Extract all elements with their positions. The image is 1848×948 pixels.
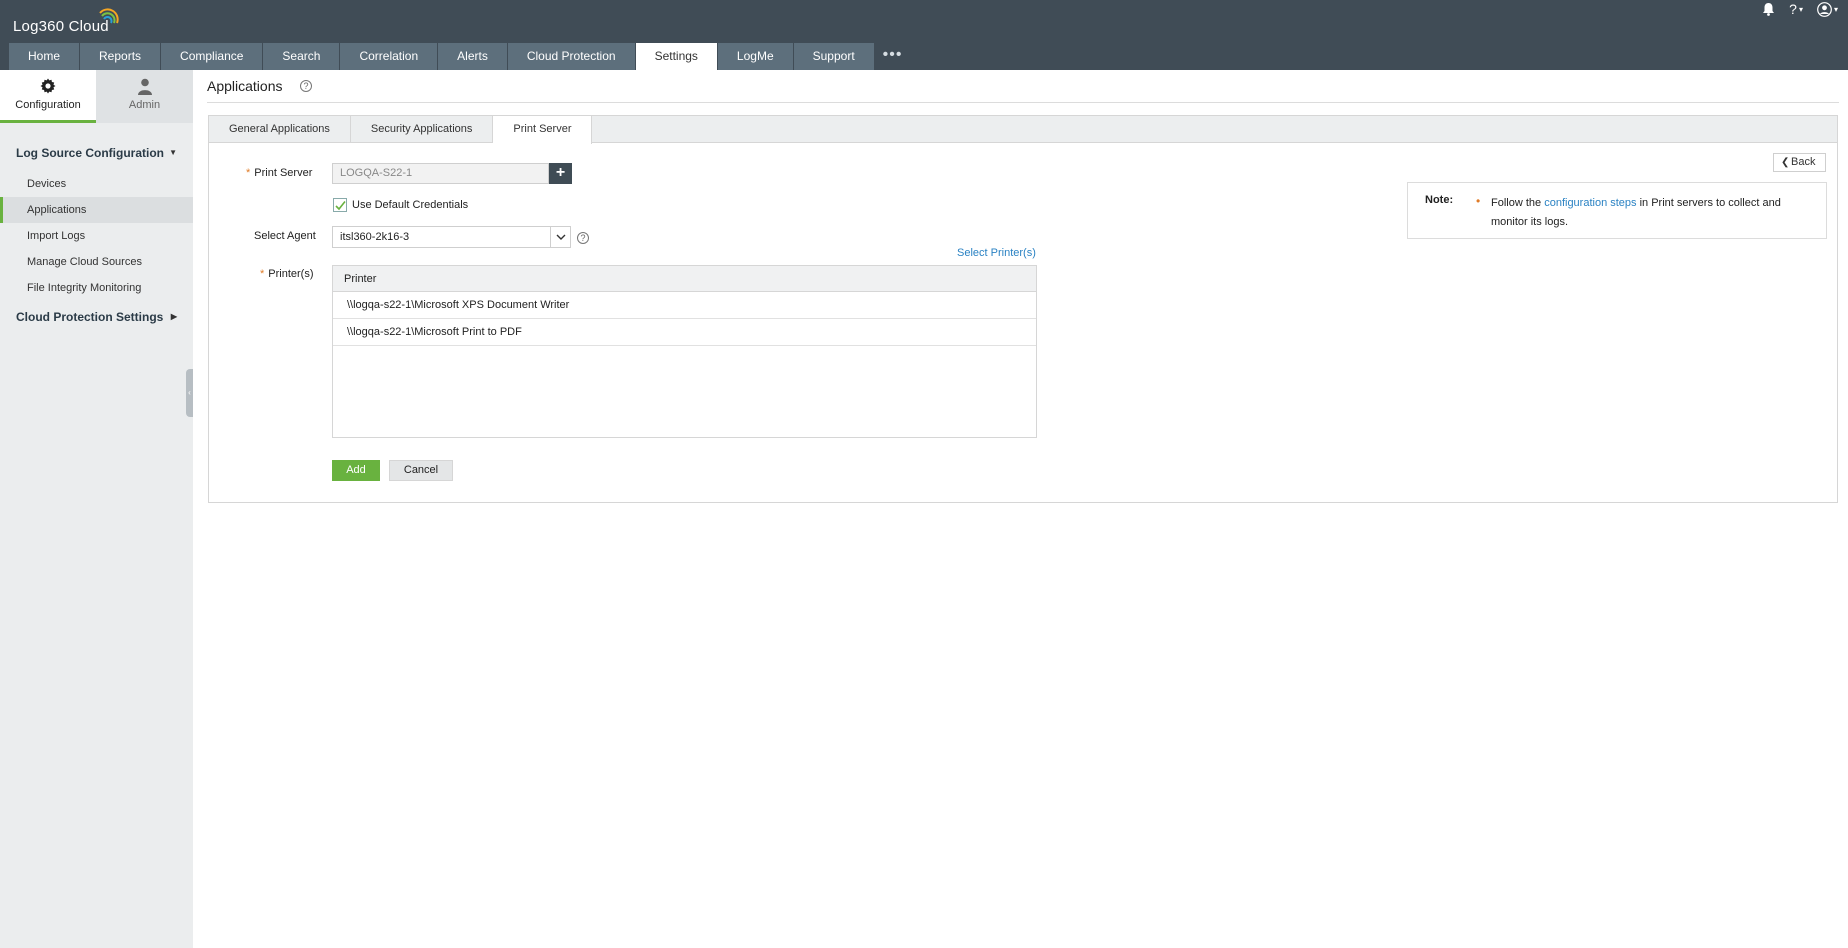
note-box: Note: • Follow the configuration steps i… — [1407, 182, 1827, 239]
note-label: Note: — [1425, 194, 1454, 206]
required-marker: * — [246, 167, 251, 179]
more-tabs-icon[interactable]: ••• — [875, 43, 911, 70]
sidebar-group-cloud-protection-settings[interactable]: Cloud Protection Settings ▶ — [0, 307, 193, 327]
print-server-input[interactable]: LOGQA-S22-1 — [332, 163, 549, 184]
sidebar: Configuration Admin Log Source Configura… — [0, 70, 193, 948]
tab-print-server[interactable]: Print Server — [493, 116, 593, 144]
help-menu-label: ? — [1789, 1, 1797, 17]
cancel-button[interactable]: Cancel — [389, 460, 453, 481]
top-header: Log360 Cloud ? ▾ ▾ Home Reports Complianc… — [0, 0, 1848, 70]
notification-bell-icon[interactable] — [1762, 2, 1775, 16]
select-agent-dropdown[interactable]: itsl360-2k16-3 — [332, 226, 571, 248]
main-nav: Home Reports Compliance Search Correlati… — [9, 43, 911, 70]
tab-security-applications[interactable]: Security Applications — [351, 116, 494, 143]
agent-help-icon[interactable]: ? — [577, 232, 589, 244]
sidebar-item-applications[interactable]: Applications — [0, 197, 193, 223]
select-agent-label: Select Agent — [254, 230, 316, 242]
printer-column-header: Printer — [333, 266, 1036, 292]
sidebar-group-label: Log Source Configuration — [16, 146, 164, 160]
note-bullet: • — [1476, 194, 1481, 208]
back-button-label: Back — [1791, 156, 1816, 168]
chevron-left-icon: ❮ — [1781, 157, 1790, 168]
print-server-label: * Print Server — [246, 167, 312, 179]
nav-tab-reports[interactable]: Reports — [80, 43, 161, 70]
user-icon — [96, 78, 193, 96]
page-help-icon[interactable]: ? — [300, 80, 312, 92]
sidebar-item-import-logs[interactable]: Import Logs — [0, 223, 193, 249]
sidebar-collapse-handle[interactable]: ‹ — [186, 369, 193, 417]
app-logo[interactable]: Log360 Cloud — [13, 8, 119, 35]
gear-icon — [0, 78, 96, 96]
page-title: Applications — [207, 78, 283, 94]
nav-tab-home[interactable]: Home — [9, 43, 80, 70]
sidebar-item-manage-cloud-sources[interactable]: Manage Cloud Sources — [0, 249, 193, 275]
user-account-icon[interactable]: ▾ — [1817, 1, 1838, 17]
sidebar-item-file-integrity-monitoring[interactable]: File Integrity Monitoring — [0, 275, 193, 301]
use-default-credentials-checkbox[interactable] — [333, 198, 347, 212]
nav-tab-compliance[interactable]: Compliance — [161, 43, 263, 70]
printers-label-text: Printer(s) — [268, 268, 314, 280]
back-button[interactable]: ❮ Back — [1773, 153, 1826, 172]
logo-arc-icon — [99, 8, 119, 24]
add-button[interactable]: Add — [332, 460, 380, 481]
select-agent-value: itsl360-2k16-3 — [340, 231, 410, 243]
printers-label: * Printer(s) — [260, 268, 314, 280]
nav-tab-logme[interactable]: LogMe — [717, 43, 793, 70]
print-server-label-text: Print Server — [254, 167, 313, 179]
checkmark-icon — [335, 201, 346, 211]
table-row[interactable]: \\logqa-s22-1\Microsoft XPS Document Wri… — [333, 292, 1036, 319]
table-row[interactable]: \\logqa-s22-1\Microsoft Print to PDF — [333, 319, 1036, 346]
help-menu-icon[interactable]: ? ▾ — [1789, 1, 1803, 17]
sidebar-tab-admin[interactable]: Admin — [96, 70, 193, 123]
nav-tab-support[interactable]: Support — [793, 43, 874, 70]
nav-tab-settings[interactable]: Settings — [635, 43, 717, 70]
sidebar-item-devices[interactable]: Devices — [0, 171, 193, 197]
sidebar-group-log-source-configuration[interactable]: Log Source Configuration ▼ — [0, 143, 193, 163]
sidebar-tabs: Configuration Admin — [0, 70, 193, 123]
nav-tab-search[interactable]: Search — [263, 43, 340, 70]
sidebar-tab-configuration[interactable]: Configuration — [0, 70, 96, 123]
note-text: Follow the configuration steps in Print … — [1491, 194, 1791, 232]
sidebar-group-label: Cloud Protection Settings — [16, 310, 164, 324]
chevron-down-icon[interactable] — [550, 227, 570, 247]
select-printers-link[interactable]: Select Printer(s) — [957, 247, 1036, 259]
use-default-credentials-label[interactable]: Use Default Credentials — [352, 199, 468, 211]
sidebar-tab-admin-label: Admin — [128, 99, 161, 111]
configuration-steps-link[interactable]: configuration steps — [1544, 197, 1636, 209]
caret-down-icon: ▼ — [169, 148, 177, 157]
sidebar-tab-configuration-label: Configuration — [15, 99, 81, 111]
required-marker: * — [260, 268, 265, 280]
top-icons: ? ▾ ▾ — [1762, 0, 1838, 18]
tab-general-applications[interactable]: General Applications — [209, 116, 351, 143]
nav-tab-alerts[interactable]: Alerts — [438, 43, 507, 70]
add-print-server-button[interactable]: + — [549, 163, 572, 184]
nav-tab-correlation[interactable]: Correlation — [340, 43, 438, 70]
caret-right-icon: ▶ — [170, 312, 177, 321]
application-subtabs: General Applications Security Applicatio… — [209, 116, 1837, 144]
nav-tab-cloud-protection[interactable]: Cloud Protection — [507, 43, 635, 70]
note-text-before: Follow the — [1491, 197, 1545, 209]
title-divider — [207, 102, 1839, 103]
printer-table: Printer \\logqa-s22-1\Microsoft XPS Docu… — [332, 265, 1037, 438]
